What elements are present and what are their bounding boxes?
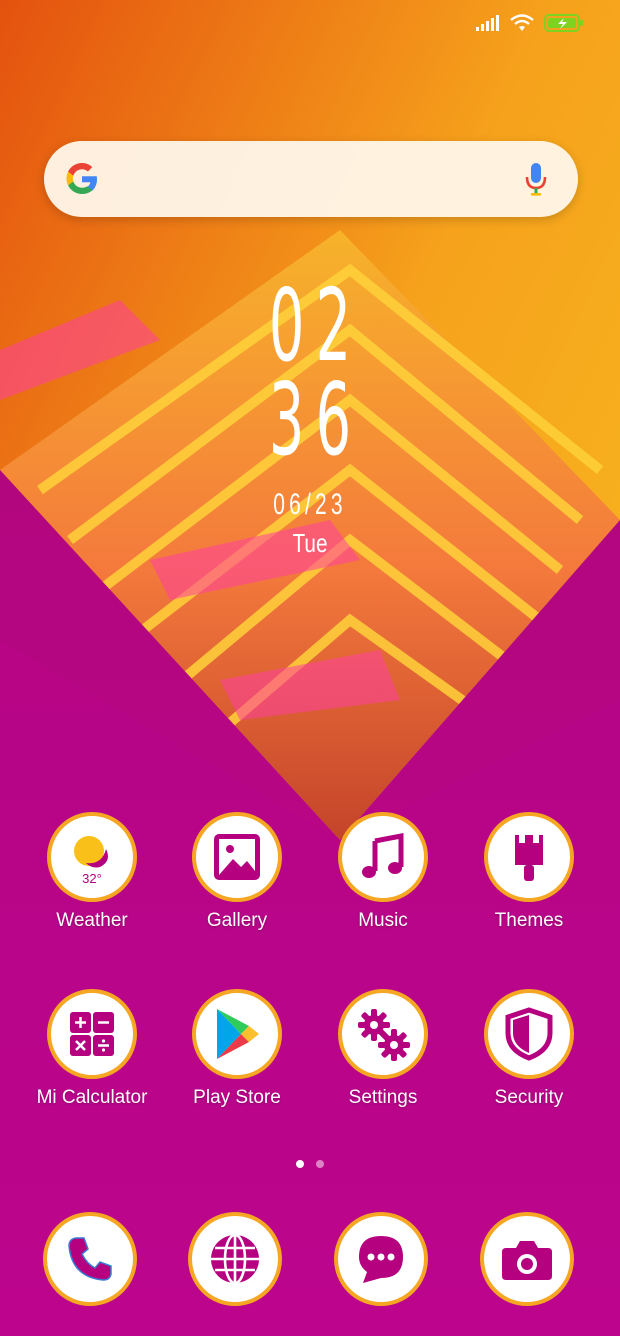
security-icon: [484, 989, 574, 1079]
app-settings[interactable]: Settings: [310, 989, 456, 1109]
page-indicator: [0, 1160, 620, 1168]
home-screen: 02 36 06/23 Tue 32° Weather Gallery Musi…: [0, 0, 620, 1336]
page-dot-active[interactable]: [296, 1160, 304, 1168]
mic-icon[interactable]: [524, 161, 548, 197]
wifi-icon: [510, 14, 534, 31]
dock-phone[interactable]: [17, 1212, 163, 1306]
clock-minutes: 36: [268, 361, 363, 478]
app-label: Security: [494, 1087, 564, 1108]
settings-icon: [338, 989, 428, 1079]
weather-temp: 32°: [82, 871, 102, 886]
dock-browser[interactable]: [162, 1212, 308, 1306]
app-gallery[interactable]: Gallery: [164, 812, 310, 932]
battery-charging-icon: [544, 14, 583, 32]
app-label: Themes: [494, 910, 564, 931]
signal-icon: [476, 15, 499, 31]
music-icon: [338, 812, 428, 902]
page-dot[interactable]: [316, 1160, 324, 1168]
app-mi-calculator[interactable]: Mi Calculator: [19, 989, 165, 1109]
calculator-icon: [47, 989, 137, 1079]
status-bar: [476, 14, 584, 32]
app-play-store[interactable]: Play Store: [164, 989, 310, 1109]
app-label: Weather: [56, 910, 128, 931]
app-themes[interactable]: Themes: [456, 812, 602, 932]
messages-icon: [334, 1212, 428, 1306]
gallery-icon: [192, 812, 282, 902]
app-label: Gallery: [206, 910, 268, 931]
dock-messages[interactable]: [308, 1212, 454, 1306]
browser-icon: [188, 1212, 282, 1306]
app-label: Settings: [348, 1087, 418, 1108]
app-label: Mi Calculator: [36, 1087, 148, 1108]
app-label: Play Store: [193, 1087, 281, 1108]
clock-date: 06/23: [273, 488, 347, 521]
clock-weekday: Tue: [292, 528, 328, 558]
google-search-bar[interactable]: [44, 141, 578, 217]
app-music[interactable]: Music: [310, 812, 456, 932]
google-logo-icon: [66, 163, 97, 194]
weather-icon: 32°: [47, 812, 137, 902]
camera-icon: [480, 1212, 574, 1306]
app-weather[interactable]: 32° Weather: [19, 812, 165, 932]
play-store-icon: [192, 989, 282, 1079]
dock-camera[interactable]: [454, 1212, 600, 1306]
themes-icon: [484, 812, 574, 902]
phone-icon: [43, 1212, 137, 1306]
app-security[interactable]: Security: [456, 989, 602, 1109]
app-label: Music: [358, 910, 408, 931]
clock-hours: 02: [268, 267, 363, 384]
